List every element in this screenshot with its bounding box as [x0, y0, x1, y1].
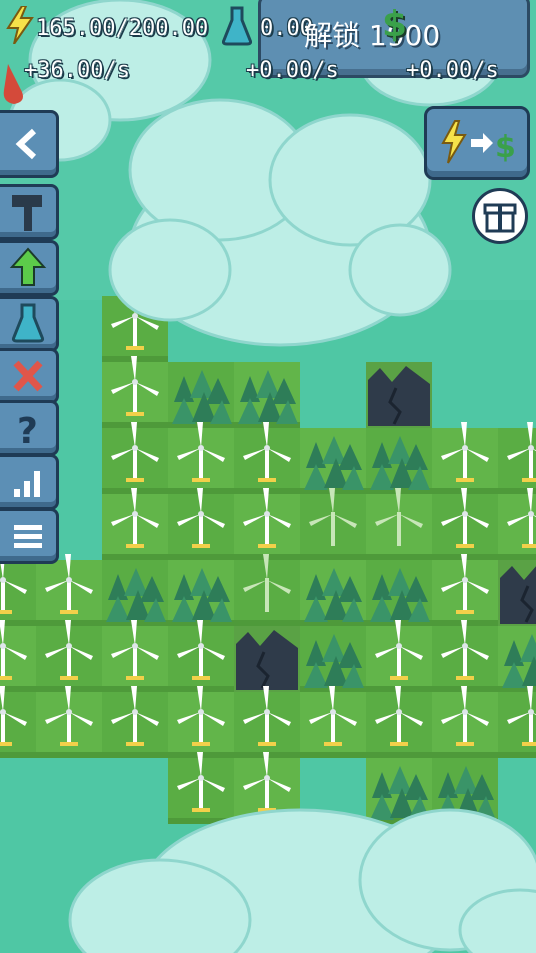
grid-tile[interactable] — [0, 626, 36, 692]
menu-button[interactable] — [0, 508, 59, 564]
gift-button[interactable] — [472, 188, 528, 244]
menu-icon — [14, 525, 42, 548]
back-button[interactable] — [0, 110, 59, 178]
grid-tile[interactable] — [0, 692, 36, 758]
stats-button[interactable] — [0, 454, 59, 510]
close-icon — [13, 360, 43, 392]
hammer-icon — [12, 195, 42, 231]
flask-icon — [221, 6, 253, 46]
research-rate: +0.00/s — [246, 58, 339, 83]
gift-icon — [483, 203, 517, 233]
energy-value: 165.00/200.00 — [36, 16, 209, 41]
energy-rate: +36.00/s — [24, 58, 130, 83]
money-rate: +0.00/s — [406, 58, 499, 83]
up-arrow-icon — [9, 247, 47, 286]
grid-tile[interactable] — [0, 560, 36, 626]
flask-icon — [11, 303, 45, 343]
chevron-left-icon — [15, 128, 37, 160]
energy-to-money-icon: $ — [441, 120, 516, 165]
svg-text:?: ? — [17, 411, 38, 452]
alert-marker — [0, 62, 30, 106]
bar-chart-icon — [14, 471, 40, 497]
svg-text:$: $ — [495, 130, 516, 165]
research-button[interactable] — [0, 296, 59, 352]
energy-icon — [6, 5, 34, 45]
question-icon: ? — [17, 411, 38, 452]
build-button[interactable] — [0, 184, 59, 240]
rock-tile — [496, 558, 536, 628]
convert-energy-button[interactable]: $ — [424, 106, 530, 180]
help-button[interactable]: ? — [0, 400, 59, 456]
unlock-label[interactable]: 解锁 1900 — [304, 14, 440, 54]
dollar-icon: $ — [382, 4, 408, 45]
upgrade-button[interactable] — [0, 240, 59, 296]
rock-tile — [232, 624, 302, 694]
remove-button[interactable] — [0, 348, 59, 404]
rock-tile — [364, 360, 434, 430]
